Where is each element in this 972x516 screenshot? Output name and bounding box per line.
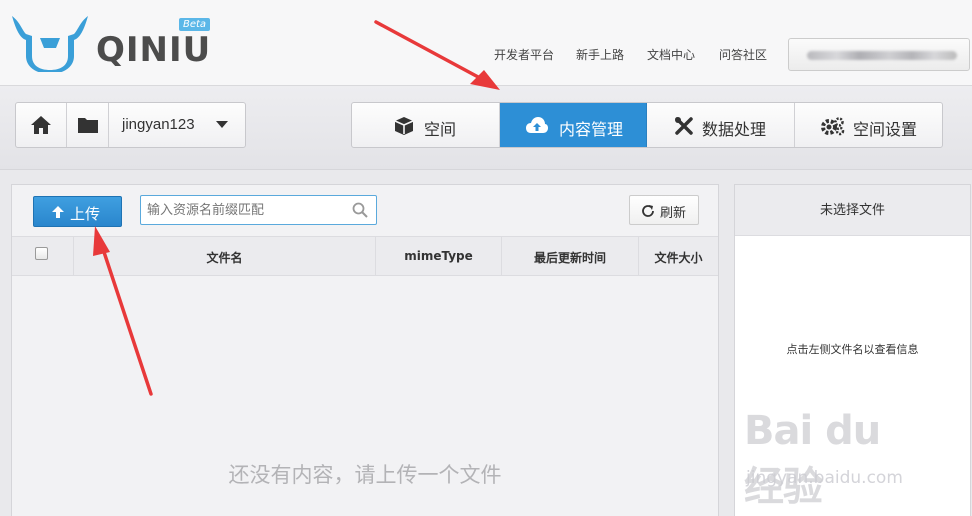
upload-button[interactable]: 上传 xyxy=(33,196,122,227)
folder-icon xyxy=(78,118,98,133)
tab-space-settings[interactable]: 空间设置 xyxy=(795,103,942,147)
detail-hint: 点击左侧文件名以查看信息 xyxy=(786,343,919,356)
bucket-name[interactable]: jingyan123 xyxy=(122,116,195,133)
column-mimetype[interactable]: mimeType xyxy=(376,237,502,275)
blurred-account-name xyxy=(807,51,957,60)
column-file-size[interactable]: 文件大小 xyxy=(639,237,718,275)
select-all-column xyxy=(12,237,74,275)
brand-name: QINIU xyxy=(96,30,212,70)
search-icon[interactable] xyxy=(352,202,368,218)
main-tabs: 空间 内容管理 数据处理 空间设置 xyxy=(351,102,943,148)
tools-icon xyxy=(675,117,693,135)
beta-badge: Beta xyxy=(179,18,211,31)
account-dropdown[interactable] xyxy=(788,38,970,71)
nav-developer-platform[interactable]: 开发者平台 xyxy=(494,46,554,62)
bucket-selector: jingyan123 xyxy=(15,102,246,148)
nav-qa-community[interactable]: 问答社区 xyxy=(719,46,767,62)
home-button[interactable] xyxy=(16,103,67,147)
empty-state-message: 还没有内容，请上传一个文件 xyxy=(228,463,502,487)
table-header: 文件名 mimeType 最后更新时间 文件大小 xyxy=(12,236,718,276)
select-all-checkbox[interactable] xyxy=(35,247,48,260)
refresh-button[interactable]: 刷新 xyxy=(629,195,699,225)
search-input[interactable] xyxy=(140,195,377,225)
tab-data-label: 数据处理 xyxy=(702,120,767,139)
tab-space[interactable]: 空间 xyxy=(352,103,500,147)
watermark-main: Bai du 经验 xyxy=(744,408,881,510)
caret-down-icon[interactable] xyxy=(216,121,228,128)
nav-docs-center[interactable]: 文档中心 xyxy=(647,46,695,62)
top-header: QINIU Beta 开发者平台 新手上路 文档中心 问答社区 xyxy=(0,0,972,86)
column-filename[interactable]: 文件名 xyxy=(74,237,376,275)
cube-icon xyxy=(394,117,414,135)
upload-label: 上传 xyxy=(70,205,101,223)
file-list-panel: 上传 刷新 文件名 mimeType 最后更新时间 文件大小 还没有内容，请上传… xyxy=(11,184,719,516)
tab-data-processing[interactable]: 数据处理 xyxy=(647,103,795,147)
column-updated-time[interactable]: 最后更新时间 xyxy=(502,237,639,275)
arrow-up-icon xyxy=(52,206,64,218)
tab-settings-label: 空间设置 xyxy=(853,120,918,139)
refresh-icon xyxy=(642,205,654,217)
qiniu-logo[interactable]: QINIU Beta xyxy=(10,12,210,74)
refresh-label: 刷新 xyxy=(660,206,687,221)
detail-title: 未选择文件 xyxy=(735,185,970,236)
gears-icon xyxy=(821,117,845,136)
tab-space-label: 空间 xyxy=(424,120,457,139)
bull-logo-icon xyxy=(12,16,88,72)
cloud-upload-icon xyxy=(526,117,548,133)
nav-getting-started[interactable]: 新手上路 xyxy=(576,46,624,62)
tab-content-label: 内容管理 xyxy=(559,120,624,139)
tab-content-management[interactable]: 内容管理 xyxy=(500,103,647,147)
baidu-watermark: Bai du 经验 jingyan.baidu.com xyxy=(744,408,924,510)
folder-button[interactable] xyxy=(67,103,109,147)
home-icon xyxy=(31,116,51,134)
watermark-url: jingyan.baidu.com xyxy=(746,468,903,488)
